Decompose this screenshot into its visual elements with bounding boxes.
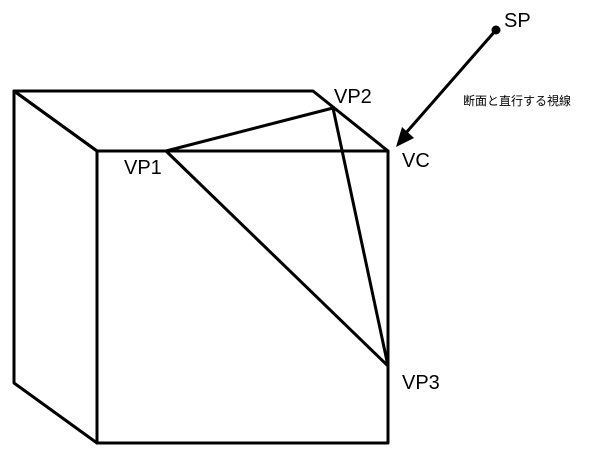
cube-left-face <box>12 89 99 445</box>
cube-diagram: SP VP2 VP1 VC VP3 断面と直行する視線 <box>12 10 571 445</box>
label-vc: VC <box>402 150 430 172</box>
arrowhead-icon <box>396 127 414 147</box>
label-vp3: VP3 <box>402 372 440 394</box>
diagram-stage: SP VP2 VP1 VC VP3 断面と直行する視線 <box>0 0 600 456</box>
label-vp2: VP2 <box>334 86 372 108</box>
label-vp1: VP1 <box>124 157 162 179</box>
caption-sight-line: 断面と直行する視線 <box>463 93 571 108</box>
section-triangle <box>164 106 390 368</box>
sight-line-arrow <box>403 28 498 136</box>
cube-front-face <box>95 149 390 445</box>
label-sp: SP <box>504 10 531 32</box>
sp-point <box>491 25 501 35</box>
